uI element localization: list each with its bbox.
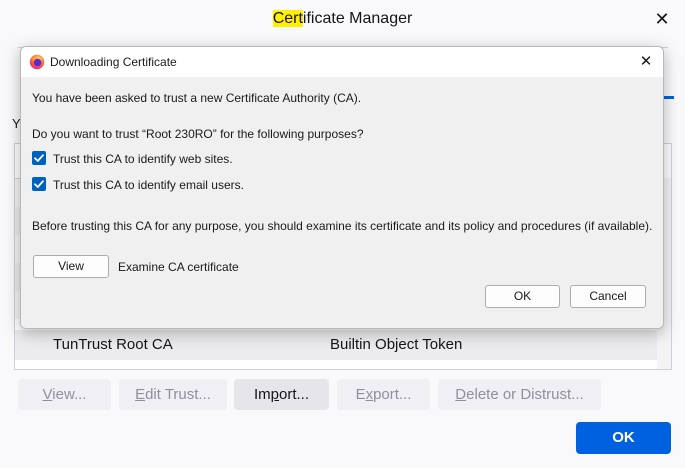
title-highlight: Cert: [272, 10, 303, 27]
downloading-certificate-dialog: Downloading Certificate ✕ You have been …: [20, 46, 664, 329]
trust-websites-label[interactable]: Trust this CA to identify web sites.: [53, 152, 233, 166]
check-icon: [34, 154, 44, 162]
title-rest: ificate Manager: [302, 10, 413, 27]
examine-ca-label: Examine CA certificate: [118, 260, 239, 274]
firefox-icon: [29, 54, 45, 70]
trust-websites-checkbox[interactable]: [32, 151, 46, 165]
check-icon: [34, 180, 44, 188]
cert-name: TunTrust Root CA: [53, 336, 173, 353]
window-title: Certificate Manager: [0, 0, 685, 38]
dialog-title: Downloading Certificate: [50, 55, 177, 69]
dialog-ok-button[interactable]: OK: [485, 285, 560, 308]
delete-or-distrust-button[interactable]: Delete or Distrust...: [438, 379, 601, 410]
trust-question-text: Do you want to trust “Root 230RO” for th…: [32, 127, 364, 141]
close-icon[interactable]: ✕: [651, 8, 673, 30]
dialog-body: You have been asked to trust a new Certi…: [21, 77, 663, 328]
import-button[interactable]: Import...: [234, 379, 329, 410]
view-certificate-button[interactable]: View: [33, 255, 109, 278]
edit-trust-button[interactable]: Edit Trust...: [119, 379, 227, 410]
trust-email-checkbox[interactable]: [32, 177, 46, 191]
dialog-titlebar: Downloading Certificate ✕: [21, 47, 663, 77]
cert-token: Builtin Object Token: [330, 336, 463, 353]
examine-advice-text: Before trusting this CA for any purpose,…: [32, 219, 653, 233]
close-icon[interactable]: ✕: [635, 51, 657, 73]
trust-email-label[interactable]: Trust this CA to identify email users.: [53, 178, 244, 192]
export-button[interactable]: Export...: [337, 379, 430, 410]
manager-ok-button[interactable]: OK: [576, 422, 671, 454]
dialog-cancel-button[interactable]: Cancel: [570, 285, 646, 308]
dialog-intro-text: You have been asked to trust a new Certi…: [32, 91, 362, 105]
view-button[interactable]: View...: [18, 379, 111, 410]
table-row-tuntrust[interactable]: TunTrust Root CA Builtin Object Token: [15, 330, 657, 360]
